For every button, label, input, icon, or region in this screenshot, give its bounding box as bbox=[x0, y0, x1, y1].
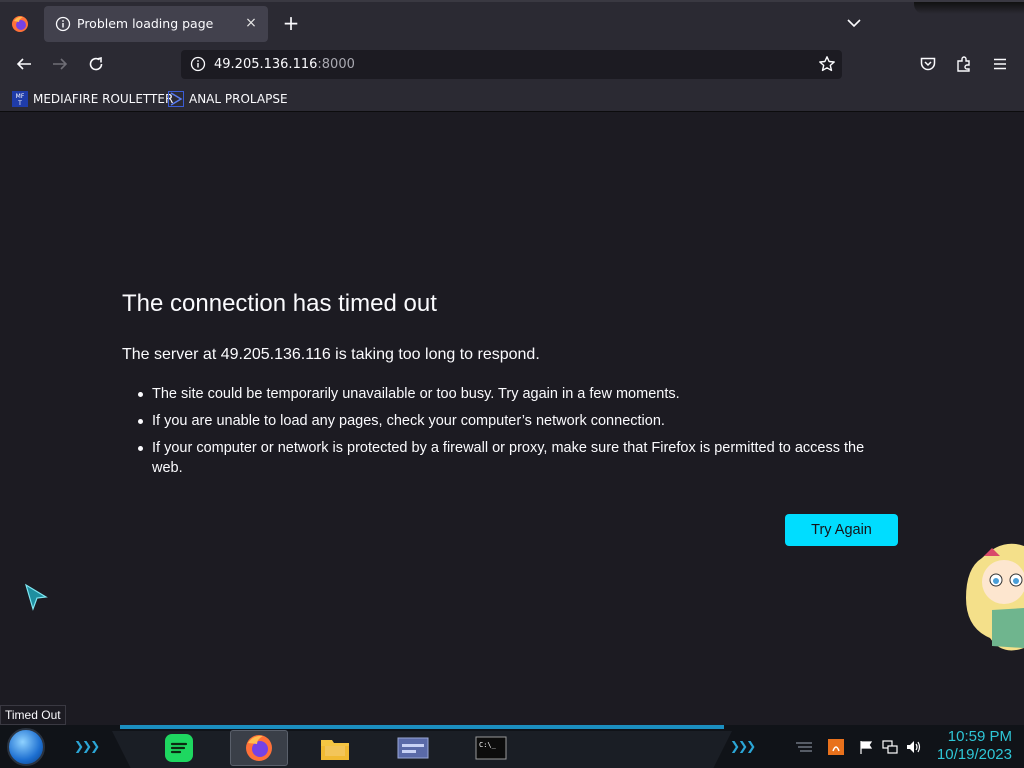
taskbar-app-control-panel[interactable] bbox=[384, 730, 442, 766]
system-clock[interactable]: 10:59 PM 10/19/2023 bbox=[937, 728, 1012, 764]
bookmark-label: MEDIAFIRE ROULETTER bbox=[33, 92, 174, 106]
firefox-icon bbox=[246, 735, 272, 761]
forward-button[interactable] bbox=[48, 52, 72, 76]
list-item: If you are unable to load any pages, che… bbox=[138, 411, 898, 431]
url-host: 49.205.136.116 bbox=[214, 57, 318, 72]
taskbar-app-explorer[interactable] bbox=[306, 730, 364, 766]
spotify-icon bbox=[165, 734, 193, 762]
tray-overflow-icon[interactable] bbox=[794, 739, 814, 755]
tab-title: Problem loading page bbox=[77, 16, 214, 31]
svg-text:T: T bbox=[17, 100, 22, 107]
clock-date: 10/19/2023 bbox=[936, 746, 1012, 763]
hamburger-menu-icon bbox=[994, 58, 1006, 70]
try-again-button[interactable]: Try Again bbox=[785, 514, 898, 546]
extensions-button[interactable] bbox=[952, 52, 976, 76]
java-update-icon[interactable] bbox=[828, 739, 844, 755]
firefox-view-button[interactable] bbox=[8, 12, 32, 36]
url-bar[interactable]: 49.205.136.116:8000 bbox=[181, 50, 842, 79]
url-text[interactable]: 49.205.136.116:8000 bbox=[214, 57, 355, 72]
firefox-icon bbox=[12, 16, 28, 32]
screen: Problem loading page × + 49.205.136.116:… bbox=[0, 0, 1024, 768]
bookmark-label: ANAL PROLAPSE bbox=[189, 92, 288, 106]
url-port: :8000 bbox=[317, 57, 355, 72]
clock-time: 10:59 PM bbox=[947, 728, 1012, 745]
tab-active[interactable]: Problem loading page × bbox=[44, 6, 268, 42]
puzzle-icon bbox=[957, 56, 970, 72]
chevrons-left-icon: ❯❯❯ bbox=[74, 739, 100, 753]
tab-strip: Problem loading page × + bbox=[0, 0, 1024, 44]
svg-text:C:\_: C:\_ bbox=[479, 741, 497, 749]
desktop-mascot-icon bbox=[966, 543, 1024, 651]
chevron-down-icon[interactable] bbox=[844, 13, 864, 33]
svg-text:MF: MF bbox=[16, 93, 25, 100]
pocket-button[interactable] bbox=[916, 52, 940, 76]
list-item: If your computer or network is protected… bbox=[138, 438, 898, 478]
sigma-icon bbox=[168, 91, 184, 107]
error-title: The connection has timed out bbox=[122, 290, 437, 317]
volume-icon[interactable] bbox=[905, 739, 921, 755]
mouse-cursor-icon bbox=[24, 583, 48, 611]
reload-icon bbox=[89, 56, 103, 71]
pocket-icon bbox=[920, 57, 936, 71]
error-short-desc: The server at 49.205.136.116 is taking t… bbox=[122, 346, 540, 363]
window-decoration bbox=[914, 2, 1024, 14]
new-tab-button[interactable]: + bbox=[280, 12, 302, 34]
nav-bar: 49.205.136.116:8000 bbox=[0, 44, 1024, 84]
file-explorer-icon bbox=[321, 740, 349, 760]
error-suggestions: The site could be temporarily unavailabl… bbox=[138, 384, 898, 485]
site-info-icon[interactable] bbox=[190, 56, 206, 72]
taskbar-app-spotify[interactable] bbox=[150, 730, 208, 766]
menu-button[interactable] bbox=[988, 52, 1012, 76]
taskbar-app-cmd[interactable]: C:\_ bbox=[462, 730, 520, 766]
list-item: The site could be temporarily unavailabl… bbox=[138, 384, 898, 404]
status-tooltip: Timed Out bbox=[0, 705, 66, 725]
bookmark-sigma[interactable]: ANAL PROLAPSE bbox=[168, 90, 288, 108]
bookmarks-toolbar: MF T MEDIAFIRE ROULETTER ANAL PROLAPSE bbox=[0, 84, 1024, 112]
back-arrow-icon bbox=[16, 58, 31, 70]
action-center-flag-icon[interactable] bbox=[858, 739, 874, 755]
close-tab-icon[interactable]: × bbox=[242, 14, 260, 32]
bookmark-mediafire[interactable]: MF T MEDIAFIRE ROULETTER bbox=[12, 90, 173, 108]
control-panel-icon bbox=[397, 737, 429, 759]
bookmark-star-icon[interactable] bbox=[818, 55, 836, 73]
taskbar-accent-line bbox=[120, 725, 724, 729]
taskbar: ❯❯❯ ❯❯❯ C:\_ 10:59 PM 10/19/2023 bbox=[0, 725, 1024, 768]
info-icon bbox=[55, 16, 71, 32]
start-button[interactable] bbox=[7, 728, 45, 766]
chevrons-right-icon: ❯❯❯ bbox=[730, 739, 756, 753]
mediafire-icon: MF T bbox=[12, 91, 28, 107]
command-prompt-icon: C:\_ bbox=[475, 736, 507, 760]
forward-arrow-icon bbox=[53, 58, 68, 70]
taskbar-app-firefox[interactable] bbox=[230, 730, 288, 766]
network-icon[interactable] bbox=[882, 739, 898, 755]
page-content: The connection has timed out The server … bbox=[0, 113, 1024, 725]
back-button[interactable] bbox=[12, 52, 36, 76]
reload-button[interactable] bbox=[84, 52, 108, 76]
